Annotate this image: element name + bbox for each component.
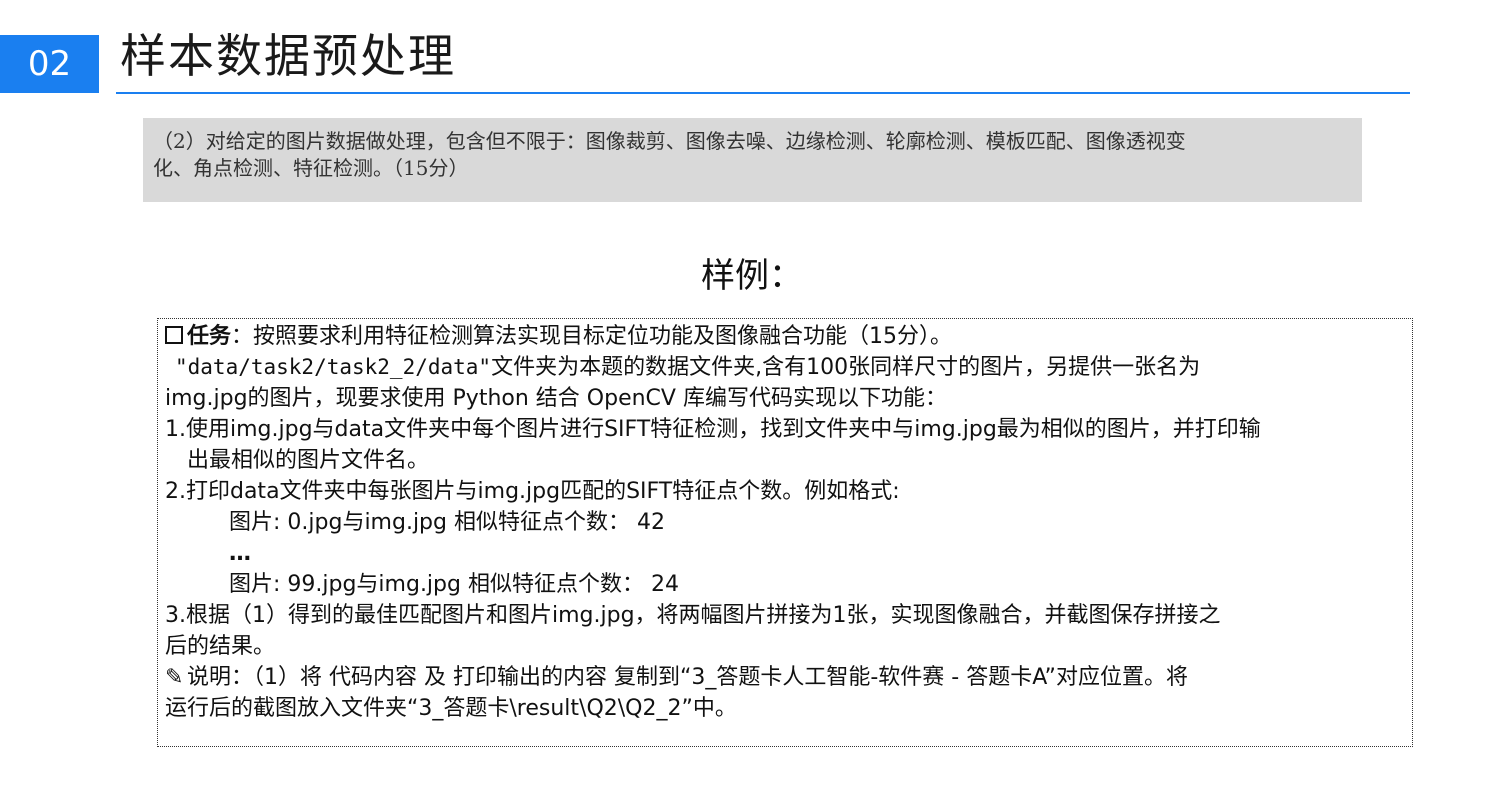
task-desc-1: 文件夹为本题的数据文件夹,含有100张同样尺寸的图片，另提供一张名为 bbox=[491, 355, 1201, 380]
page-title: 样本数据预处理 bbox=[120, 29, 456, 83]
section-number-badge: 02 bbox=[0, 35, 99, 93]
sample-heading: 样例： bbox=[701, 256, 803, 296]
item-1-line-2: 出最相似的图片文件名。 bbox=[187, 448, 430, 473]
example-ellipsis: … bbox=[229, 541, 251, 566]
requirement-box: （2）对给定的图片数据做处理，包含但不限于：图像裁剪、图像去噪、边缘检测、轮廓检… bbox=[143, 118, 1362, 202]
note-line-1: ✎ 说明：（1）将 代码内容 及 打印输出的内容 复制到“3_答题卡人工智能-软件… bbox=[165, 662, 1406, 693]
example-line-1: 图片: 0.jpg与img.jpg 相似特征点个数： 42 bbox=[229, 510, 665, 535]
example-line-2: 图片: 99.jpg与img.jpg 相似特征点个数： 24 bbox=[229, 572, 679, 597]
requirement-line-1: （2）对给定的图片数据做处理，包含但不限于：图像裁剪、图像去噪、边缘检测、轮廓检… bbox=[153, 129, 1186, 153]
requirement-line-2: 化、角点检测、特征检测。（15分） bbox=[153, 156, 469, 180]
task-intro: 按照要求利用特征检测算法实现目标定位功能及图像融合功能（15分）。 bbox=[253, 324, 953, 349]
task-box: 任务：按照要求利用特征检测算法实现目标定位功能及图像融合功能（15分）。 "da… bbox=[157, 318, 1413, 747]
item-3-line-2: 后的结果。 bbox=[165, 634, 276, 659]
item-3-line-1: 3.根据（1）得到的最佳匹配图片和图片img.jpg，将两幅图片拼接为1张，实现… bbox=[165, 603, 1221, 628]
task-colon: ： bbox=[231, 324, 254, 349]
item-1-line-1: 1.使用img.jpg与data文件夹中每个图片进行SIFT特征检测，找到文件夹… bbox=[165, 417, 1261, 442]
title-divider bbox=[116, 92, 1410, 94]
pencil-icon: ✎ bbox=[165, 665, 184, 690]
note-line-2: 运行后的截图放入文件夹“3_答题卡\result\Q2\Q2_2”中。 bbox=[165, 696, 737, 721]
task-desc-line-1: "data/task2/task2_2/data"文件夹为本题的数据文件夹,含有… bbox=[165, 352, 1406, 383]
folder-path: "data/task2/task2_2/data" bbox=[175, 355, 492, 379]
task-label: 任务 bbox=[187, 324, 232, 349]
note-text-1: 说明：（1）将 代码内容 及 打印输出的内容 复制到“3_答题卡人工智能-软件赛… bbox=[187, 665, 1188, 690]
task-desc-line-2: img.jpg的图片，现要求使用 Python 结合 OpenCV 库编写代码实… bbox=[165, 386, 947, 411]
task-title-line: 任务：按照要求利用特征检测算法实现目标定位功能及图像融合功能（15分）。 bbox=[165, 321, 1406, 352]
item-2: 2.打印data文件夹中每张图片与img.jpg匹配的SIFT特征点个数。例如格… bbox=[165, 479, 900, 504]
checkbox-icon bbox=[165, 326, 183, 344]
